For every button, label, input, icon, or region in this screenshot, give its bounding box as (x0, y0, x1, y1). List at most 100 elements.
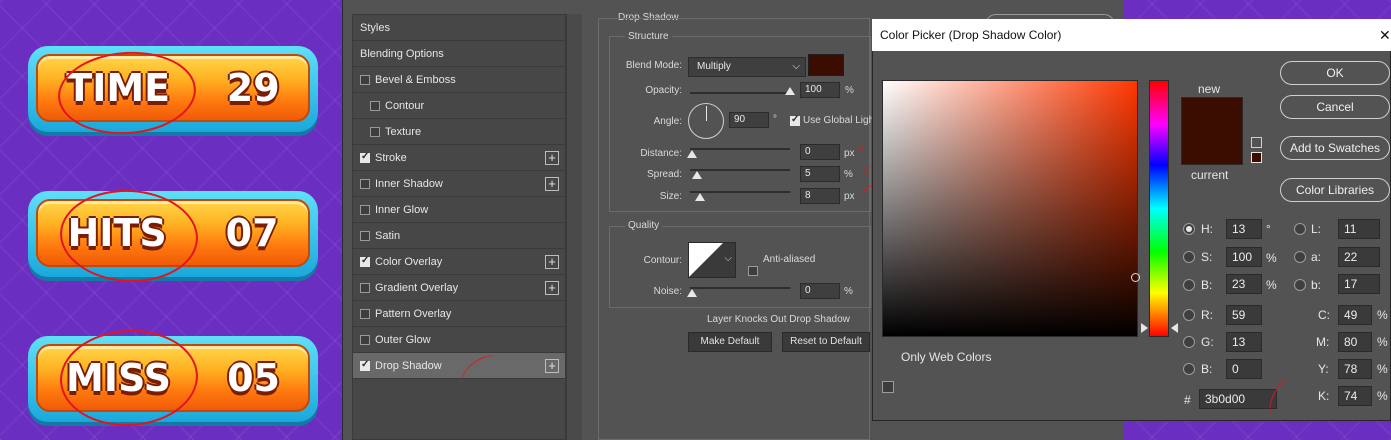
radio-g[interactable] (1183, 336, 1195, 348)
noise-input[interactable]: 0 (800, 283, 840, 299)
contour-curve-icon (689, 243, 723, 277)
style-checkbox[interactable] (360, 230, 370, 241)
radio-h[interactable] (1183, 223, 1195, 235)
add-style-plus-icon[interactable]: + (545, 177, 559, 191)
style-checkbox[interactable] (360, 308, 370, 319)
add-to-swatches-button[interactable]: Add to Swatches (1280, 136, 1390, 160)
use-global-light-checkbox[interactable] (790, 114, 800, 126)
add-style-plus-icon[interactable]: + (545, 255, 559, 269)
k-input[interactable]: 74 (1338, 386, 1372, 406)
saturation-brightness-field[interactable] (882, 80, 1140, 337)
cube-icon[interactable] (1251, 137, 1262, 148)
only-web-colors-label: Only Web Colors (901, 350, 992, 364)
hud-miss-label: MISS (66, 356, 172, 400)
style-item-texture[interactable]: Texture (353, 119, 565, 145)
color-libraries-button[interactable]: Color Libraries (1280, 178, 1390, 202)
contour-picker[interactable]: ⌵ (688, 242, 736, 278)
style-checkbox-checked[interactable] (360, 255, 370, 267)
styles-header[interactable]: Styles (353, 15, 565, 41)
style-item-stroke[interactable]: Stroke + (353, 145, 565, 171)
hue-slider-right-arrow-icon[interactable] (1171, 323, 1178, 333)
add-style-plus-icon[interactable]: + (545, 151, 559, 165)
make-default-button[interactable]: Make Default (688, 332, 772, 352)
style-checkbox[interactable] (360, 204, 370, 215)
hex-label: # (1184, 393, 1191, 407)
color-field-cursor[interactable] (1131, 273, 1140, 282)
noise-slider-thumb[interactable] (687, 289, 697, 297)
g-input[interactable]: 13 (1226, 332, 1262, 352)
angle-unit: ° (773, 114, 777, 125)
hex-input[interactable]: 3b0d00 (1199, 389, 1277, 409)
ok-button[interactable]: OK (1280, 61, 1390, 85)
style-item-label: Inner Glow (375, 203, 429, 216)
noise-slider-track[interactable] (690, 287, 790, 289)
h-input[interactable]: 13 (1226, 219, 1262, 239)
shadow-color-swatch[interactable] (808, 54, 844, 76)
contour-label: Contour: (643, 255, 682, 266)
b-input[interactable]: 23 (1226, 274, 1262, 294)
style-checkbox[interactable] (360, 178, 370, 189)
style-item-color-overlay[interactable]: Color Overlay + (353, 249, 565, 275)
style-checkbox[interactable] (370, 100, 380, 111)
opacity-label: Opacity: (645, 85, 682, 96)
blend-mode-select[interactable]: Multiply ⌵ (688, 57, 806, 77)
only-web-colors-checkbox[interactable] (882, 381, 894, 393)
style-item-drop-shadow[interactable]: Drop Shadow + (353, 353, 565, 379)
s-input[interactable]: 100 (1226, 247, 1262, 267)
lab-b-input[interactable]: 17 (1338, 274, 1380, 294)
distance-input[interactable]: 0 (800, 144, 840, 160)
distance-slider-thumb[interactable] (687, 150, 697, 158)
style-checkbox[interactable] (360, 74, 370, 85)
style-item-inner-glow[interactable]: Inner Glow (353, 197, 565, 223)
style-item-outer-glow[interactable]: Outer Glow (353, 327, 565, 353)
angle-dial[interactable] (688, 103, 724, 139)
spread-input[interactable]: 5 (800, 166, 840, 182)
style-item-contour[interactable]: Contour (353, 93, 565, 119)
web-safe-swatch-icon[interactable] (1251, 152, 1262, 163)
radio-r[interactable] (1183, 309, 1195, 321)
opacity-slider-track[interactable] (690, 92, 790, 94)
angle-input[interactable]: 90 (729, 112, 769, 128)
anti-aliased-checkbox[interactable] (748, 266, 758, 276)
distance-slider-track[interactable] (690, 148, 790, 150)
style-checkbox[interactable] (370, 126, 380, 137)
radio-l[interactable] (1294, 223, 1306, 235)
radio-lab-b[interactable] (1294, 279, 1306, 291)
radio-b[interactable] (1183, 279, 1195, 291)
styles-scrollbar[interactable] (566, 14, 582, 440)
opacity-slider-thumb[interactable] (785, 87, 795, 95)
radio-a[interactable] (1294, 251, 1306, 263)
a-input[interactable]: 22 (1338, 247, 1380, 267)
cancel-button[interactable]: Cancel (1280, 95, 1390, 119)
radio-blue[interactable] (1183, 363, 1195, 375)
style-item-gradient-overlay[interactable]: Gradient Overlay + (353, 275, 565, 301)
size-input[interactable]: 8 (800, 188, 840, 204)
style-checkbox[interactable] (360, 334, 370, 345)
c-input[interactable]: 49 (1338, 305, 1372, 325)
close-icon[interactable]: ✕ (1379, 19, 1391, 51)
hue-slider-left-arrow-icon[interactable] (1141, 323, 1148, 333)
r-input[interactable]: 59 (1226, 305, 1262, 325)
m-input[interactable]: 80 (1338, 332, 1372, 352)
radio-s[interactable] (1183, 251, 1195, 263)
style-checkbox[interactable] (360, 282, 370, 293)
hue-slider[interactable] (1149, 80, 1169, 337)
style-item-satin[interactable]: Satin (353, 223, 565, 249)
y-input[interactable]: 78 (1338, 359, 1372, 379)
style-item-blending-options[interactable]: Blending Options (353, 41, 565, 67)
style-checkbox-checked[interactable] (360, 359, 370, 371)
blue-input[interactable]: 0 (1226, 359, 1262, 379)
reset-to-default-button[interactable]: Reset to Default (782, 332, 870, 352)
style-item-pattern-overlay[interactable]: Pattern Overlay (353, 301, 565, 327)
style-checkbox-checked[interactable] (360, 151, 370, 163)
add-style-plus-icon[interactable]: + (545, 281, 559, 295)
spread-slider-thumb[interactable] (692, 171, 702, 179)
spread-slider-track[interactable] (690, 169, 790, 171)
style-item-inner-shadow[interactable]: Inner Shadow + (353, 171, 565, 197)
l-input[interactable]: 11 (1338, 219, 1380, 239)
opacity-input[interactable]: 100 (800, 82, 840, 98)
size-slider-thumb[interactable] (695, 193, 705, 201)
add-style-plus-icon[interactable]: + (545, 359, 559, 373)
style-item-bevel-emboss[interactable]: Bevel & Emboss (353, 67, 565, 93)
size-slider-track[interactable] (690, 191, 790, 193)
